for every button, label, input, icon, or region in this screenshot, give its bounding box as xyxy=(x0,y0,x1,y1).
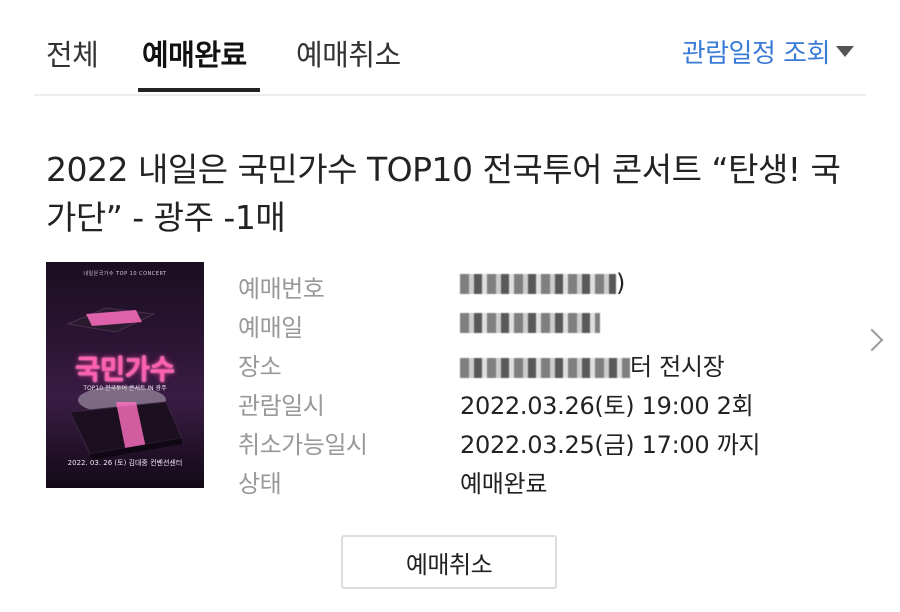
status-label: 상태 xyxy=(238,470,282,498)
cancel-deadline-value: 2022.03.25(금) 17:00 까지 xyxy=(460,431,761,459)
event-poster: 내일은국가수 TOP 10 CONCERT 국민가수 TOP10 전국투어 콘서… xyxy=(46,262,204,488)
booking-card[interactable]: 내일은국가수 TOP 10 CONCERT 국민가수 TOP10 전국투어 콘서… xyxy=(0,262,900,502)
viewing-datetime-value: 2022.03.26(토) 19:00 2회 xyxy=(460,392,754,420)
schedule-view-label: 관람일정 조회 xyxy=(681,39,831,69)
booking-date-row: 예매일 xyxy=(238,305,838,344)
venue-value: 터 전시장 xyxy=(460,347,725,382)
status-row: 상태 예매완료 xyxy=(238,461,838,500)
redacted-booking-number xyxy=(460,274,616,294)
poster-title: 국민가수 xyxy=(75,355,175,386)
booking-number-label: 예매번호 xyxy=(238,275,325,303)
booking-date-value xyxy=(460,308,600,336)
poster-subtitle: TOP10 전국투어 콘서트 IN 광주 xyxy=(83,385,167,392)
tab-completed[interactable]: 예매완료 xyxy=(142,32,247,74)
booking-date-label: 예매일 xyxy=(238,314,303,342)
cancel-booking-button[interactable]: 예매취소 xyxy=(341,535,557,589)
tab-cancelled[interactable]: 예매취소 xyxy=(296,32,401,74)
tab-bar: 전체 예매완료 예매취소 관람일정 조회 xyxy=(34,0,866,96)
redacted-booking-date xyxy=(460,313,600,333)
status-value: 예매완료 xyxy=(460,470,548,498)
booking-title: 2022 내일은 국민가수 TOP10 전국투어 콘서트 “탄생! 국가단” -… xyxy=(46,150,841,237)
redacted-venue xyxy=(460,358,630,378)
viewing-datetime-label: 관람일시 xyxy=(238,392,325,420)
venue-row: 장소 터 전시장 xyxy=(238,344,838,383)
poster-date: 2022. 03. 26 (토) 김대중 컨벤션센터 xyxy=(67,459,183,467)
tab-all[interactable]: 전체 xyxy=(46,32,99,74)
booking-number-row: 예매번호 ) xyxy=(238,266,838,305)
booking-details: 예매번호 ) 예매일 장소 터 전시장 관람일시 2022.03.26(토) 1… xyxy=(238,266,838,500)
caret-down-icon xyxy=(836,46,854,57)
cancel-deadline-row: 취소가능일시 2022.03.25(금) 17:00 까지 xyxy=(238,422,838,461)
poster-header: 내일은국가수 TOP 10 CONCERT xyxy=(83,271,167,277)
active-tab-indicator xyxy=(138,88,260,92)
venue-label: 장소 xyxy=(238,353,282,381)
schedule-view-link[interactable]: 관람일정 조회 xyxy=(682,33,854,70)
chevron-right-icon[interactable] xyxy=(860,328,884,352)
cancel-deadline-label: 취소가능일시 xyxy=(238,431,368,459)
viewing-datetime-row: 관람일시 2022.03.26(토) 19:00 2회 xyxy=(238,383,838,422)
booking-number-value: ) xyxy=(460,269,625,297)
